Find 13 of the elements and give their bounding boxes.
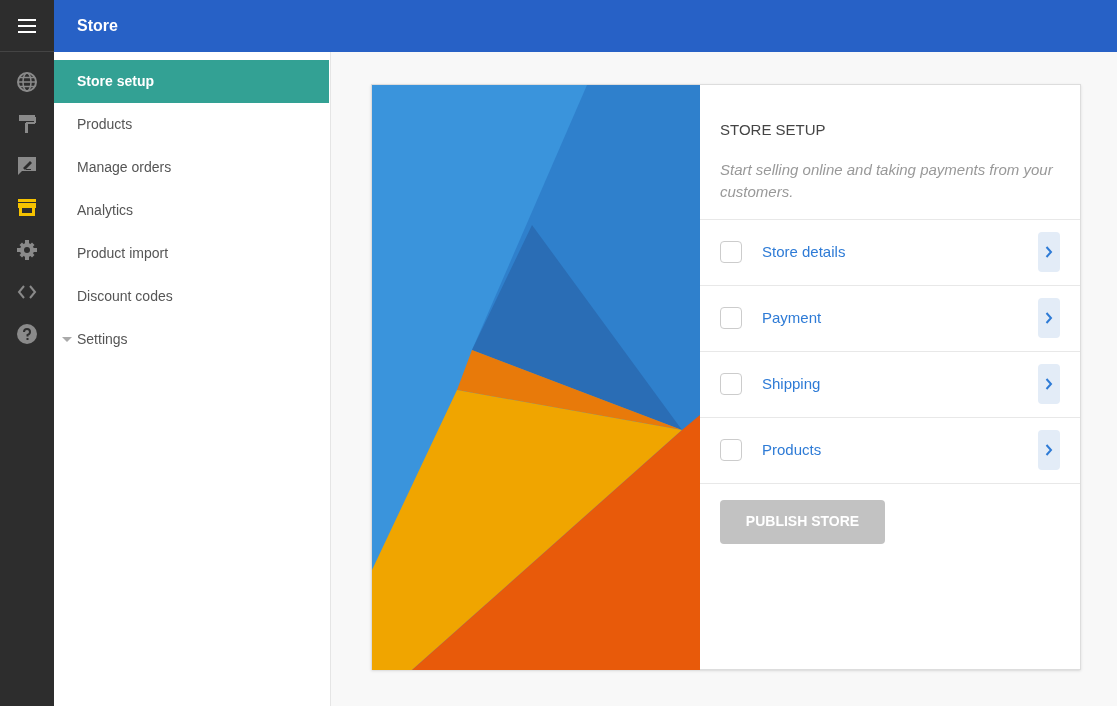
step-link[interactable]: Store details [762, 240, 1038, 264]
step-link[interactable]: Payment [762, 306, 1038, 330]
step-link[interactable]: Products [762, 438, 1038, 462]
sidebar-item[interactable]: Manage orders [54, 146, 329, 189]
card-subtitle: Start selling online and taking payments from your customers. [720, 159, 1054, 202]
sidebar-item[interactable]: Products [54, 103, 329, 146]
sidebar-item[interactable]: Product import [54, 232, 329, 275]
card-title: STORE SETUP [720, 120, 827, 140]
step-link[interactable]: Shipping [762, 372, 1038, 396]
page-title: Store [77, 16, 118, 36]
sidebar-item[interactable]: Discount codes [54, 275, 329, 318]
sidebar-item[interactable]: Analytics [54, 189, 329, 232]
sidebar-item[interactable]: Settings [54, 318, 329, 361]
